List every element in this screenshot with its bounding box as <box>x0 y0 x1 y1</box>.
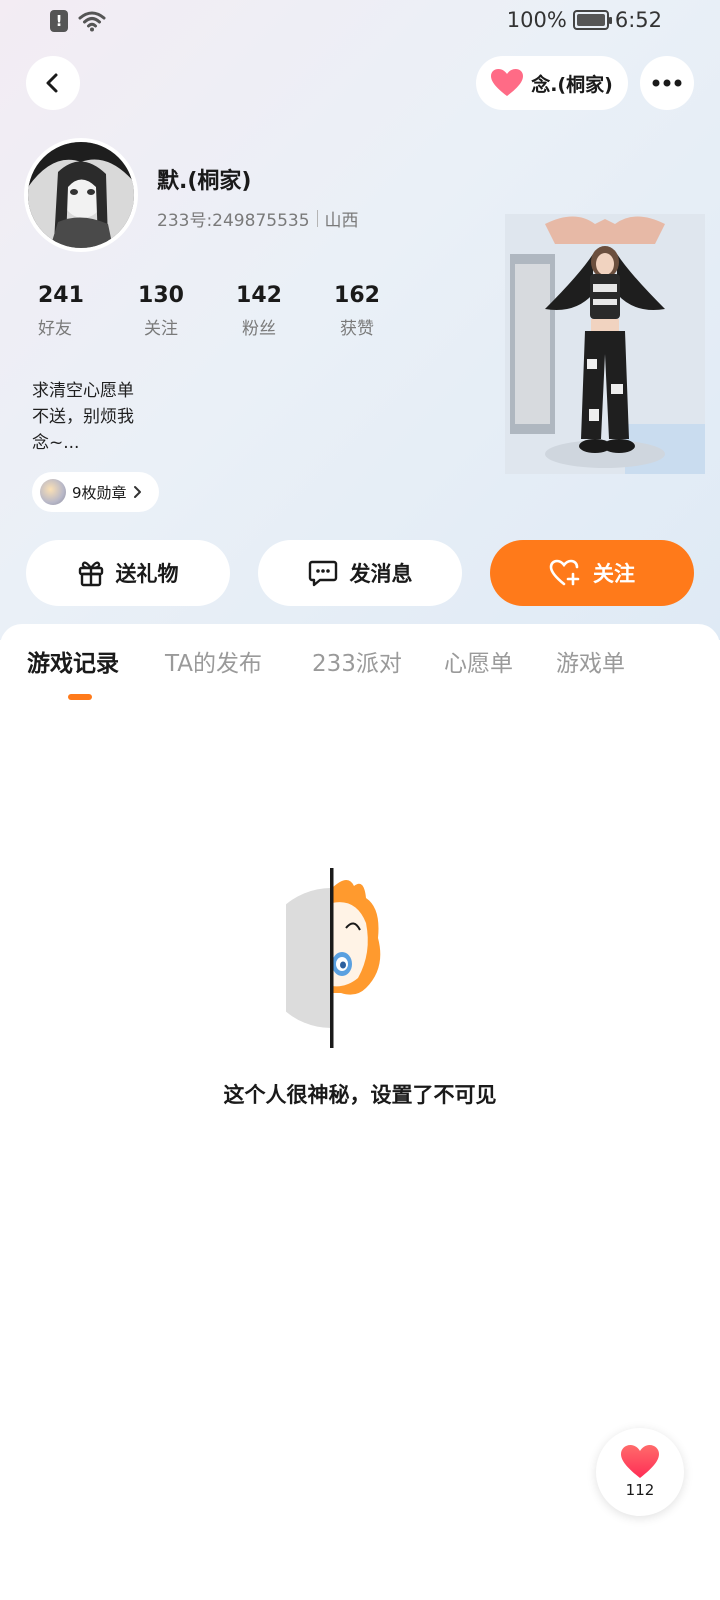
tab-indicator <box>68 694 92 700</box>
stat-value: 241 <box>38 283 84 308</box>
badges-label: 9枚勋章 <box>72 483 127 502</box>
like-count: 112 <box>625 1481 655 1499</box>
avatar-image <box>28 142 134 248</box>
stat-likes[interactable]: 162 获赞 <box>308 283 406 339</box>
send-message-label: 发消息 <box>349 562 413 586</box>
stat-value: 130 <box>138 283 184 308</box>
family-chip[interactable]: 念.(桐家) <box>476 56 628 110</box>
wifi-icon <box>78 11 106 32</box>
bio-line: 求清空心愿单 <box>32 381 134 401</box>
heart-icon <box>491 69 524 96</box>
nickname: 默.(桐家) <box>157 169 252 194</box>
status-right: 100% 6:52 <box>507 8 662 32</box>
badges-chip[interactable]: 9枚勋章 <box>32 472 159 512</box>
bio: 求清空心愿单 不送，别烦我 念~... <box>32 378 134 456</box>
bio-line: 不送，别烦我 <box>32 407 134 427</box>
tab-bar: 游戏记录 TA的发布 233派对 心愿单 游戏单 <box>0 644 720 694</box>
stat-label: 关注 <box>144 319 178 339</box>
chevron-right-icon <box>133 486 141 498</box>
tab-game-records[interactable]: 游戏记录 <box>27 644 119 678</box>
tab-game-list[interactable]: 游戏单 <box>556 644 625 678</box>
gift-icon <box>78 561 103 587</box>
stat-fans[interactable]: 142 粉丝 <box>210 283 308 339</box>
follow-label: 关注 <box>593 562 635 586</box>
empty-state-message: 这个人很神秘，设置了不可见 <box>223 1083 497 1107</box>
avatar[interactable] <box>24 138 138 252</box>
character-avatar-image[interactable] <box>505 214 705 474</box>
bio-line: 念~... <box>32 433 80 453</box>
mascot-peek-illustration <box>286 868 381 1048</box>
more-button[interactable] <box>640 56 694 110</box>
status-bar: ! 100% 6:52 <box>0 0 720 46</box>
stat-label: 粉丝 <box>242 319 276 339</box>
medal-icon <box>40 479 66 505</box>
tab-wishlist[interactable]: 心愿单 <box>444 644 513 678</box>
heart-plus-icon <box>549 559 580 586</box>
stat-following[interactable]: 130 关注 <box>112 283 210 339</box>
status-left: ! <box>50 10 106 32</box>
heart-icon <box>621 1445 659 1478</box>
divider <box>316 210 318 227</box>
region: 山西 <box>324 211 359 231</box>
stats-row: 241 好友 130 关注 142 粉丝 162 获赞 <box>24 283 406 339</box>
stat-label: 好友 <box>38 319 72 339</box>
battery-percent: 100% <box>506 8 567 32</box>
stat-value: 142 <box>236 283 282 308</box>
like-floating-button[interactable]: 112 <box>596 1428 684 1516</box>
send-gift-button[interactable]: 送礼物 <box>26 540 230 606</box>
stat-label: 获赞 <box>340 319 374 339</box>
tab-233-party[interactable]: 233派对 <box>312 644 402 678</box>
message-icon <box>308 560 337 587</box>
follow-button[interactable]: 关注 <box>490 540 694 606</box>
more-dots-icon <box>652 79 682 87</box>
user-id: 233号:249875535 <box>157 211 310 231</box>
uid-row: 233号:249875535 山西 <box>157 206 359 231</box>
back-button[interactable] <box>26 56 80 110</box>
clock: 6:52 <box>614 8 662 32</box>
alert-icon: ! <box>50 10 68 32</box>
family-chip-label: 念.(桐家) <box>531 73 613 96</box>
profile-screen: ! 100% 6:52 念.(桐家) 默.(桐家) 233号:249875535… <box>0 0 720 1600</box>
battery-icon <box>572 10 612 30</box>
stat-friends[interactable]: 241 好友 <box>24 283 112 339</box>
back-arrow-icon <box>46 73 58 93</box>
tab-posts[interactable]: TA的发布 <box>165 644 262 678</box>
stat-value: 162 <box>334 283 380 308</box>
send-gift-label: 送礼物 <box>115 562 179 586</box>
send-message-button[interactable]: 发消息 <box>258 540 462 606</box>
